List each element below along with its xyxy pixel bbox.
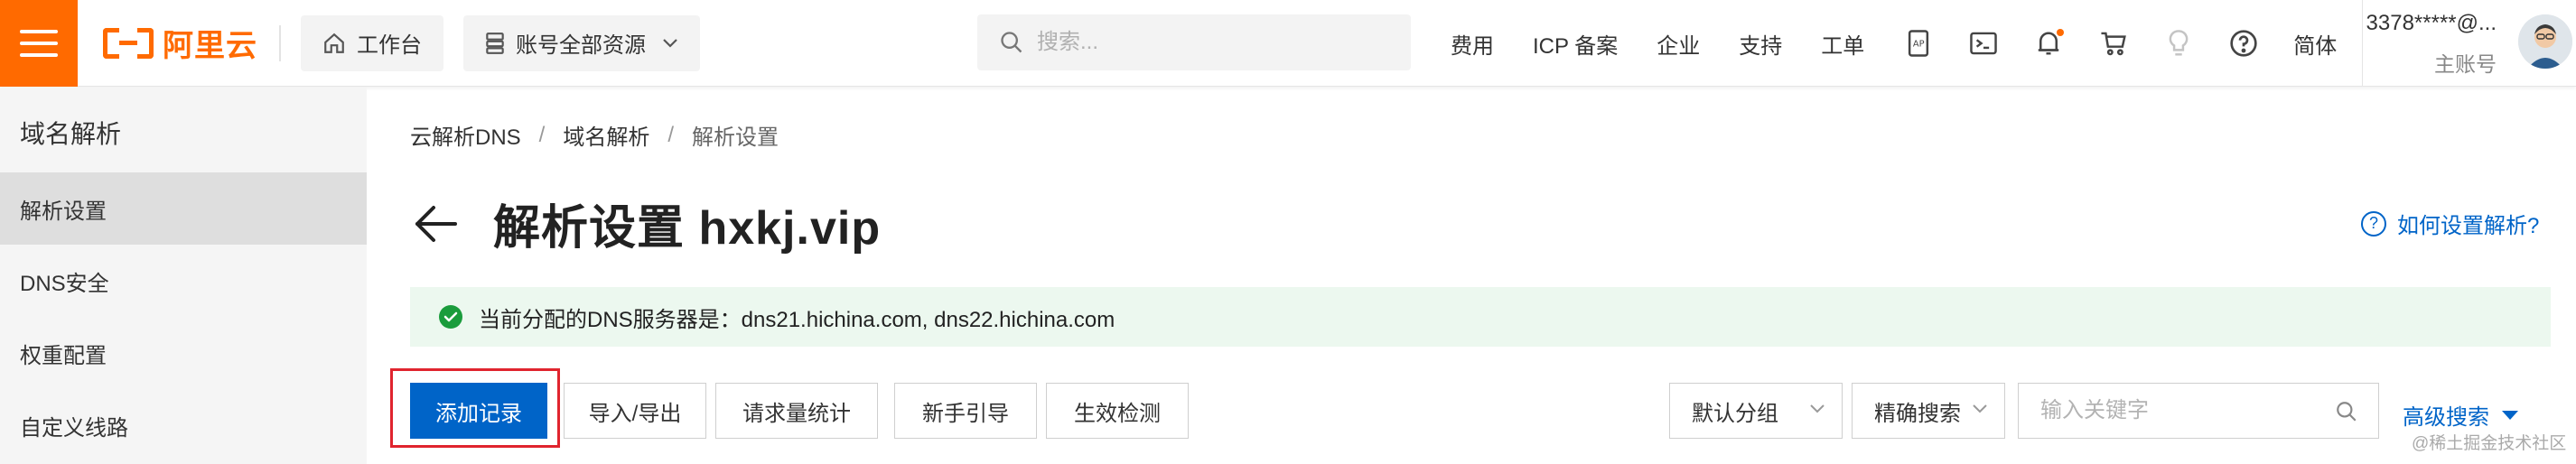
help-link-label: 如何设置解析?	[2397, 214, 2540, 238]
add-record-button[interactable]: 添加记录	[410, 383, 547, 439]
breadcrumb-item-cloud-dns[interactable]: 云解析DNS	[410, 119, 521, 151]
arrow-left-icon	[415, 205, 457, 242]
search-icon[interactable]	[2335, 400, 2358, 423]
lightbulb-icon[interactable]	[2163, 28, 2194, 59]
group-select[interactable]: 默认分组	[1669, 383, 1843, 439]
sidebar-item-dns-security[interactable]: DNS安全	[0, 245, 367, 317]
nav-ticket[interactable]: 工单	[1821, 28, 1864, 60]
account-menu[interactable]: 3378*****@... 主账号	[2361, 11, 2497, 78]
check-circle-icon	[439, 305, 462, 329]
nav-support[interactable]: 支持	[1739, 28, 1782, 60]
caret-down-icon	[2502, 410, 2518, 420]
keyword-input[interactable]	[2040, 398, 2329, 423]
help-link[interactable]: ? 如何设置解析?	[2361, 208, 2539, 239]
advanced-search-toggle[interactable]: 高级搜索	[2403, 399, 2518, 431]
back-button[interactable]	[410, 199, 461, 249]
workbench-button[interactable]: 工作台	[301, 14, 443, 71]
workbench-label: 工作台	[357, 33, 422, 58]
hamburger-menu-button[interactable]	[0, 0, 78, 87]
record-toolbar: 添加记录 导入/导出 请求量统计 新手引导 生效检测 默认分组 精确搜索 高级搜…	[390, 368, 2558, 448]
bell-icon[interactable]	[2033, 28, 2065, 59]
chevron-down-icon	[663, 38, 677, 48]
search-mode-select[interactable]: 精确搜索	[1852, 383, 2005, 439]
search-mode-value: 精确搜索	[1874, 401, 1961, 426]
nav-icp[interactable]: ICP 备案	[1533, 28, 1618, 60]
app-icon[interactable]: AP	[1903, 28, 1934, 59]
page-title: 解析设置 hxkj.vip	[493, 202, 882, 255]
terminal-icon[interactable]	[1968, 28, 1999, 59]
beginner-guide-button[interactable]: 新手引导	[894, 383, 1037, 439]
question-circle-icon: ?	[2361, 210, 2386, 237]
hamburger-icon	[20, 29, 58, 33]
top-nav: 费用 ICP 备案 企业 支持 工单 AP 简体	[1451, 0, 2364, 87]
account-role: 主账号	[2434, 52, 2497, 76]
sidebar-item-dns-settings[interactable]: 解析设置	[0, 172, 367, 245]
sidebar: 域名解析 解析设置 DNS安全 权重配置 自定义线路	[0, 88, 367, 464]
account-name: 3378*****@...	[2366, 11, 2497, 35]
brand-name: 阿里云	[163, 29, 257, 63]
breadcrumb-item-domain-resolve[interactable]: 域名解析	[563, 119, 649, 151]
help-icon[interactable]	[2228, 28, 2259, 59]
avatar-icon	[2518, 14, 2572, 69]
effect-check-button[interactable]: 生效检测	[1046, 383, 1189, 439]
resource-scope-label: 账号全部资源	[516, 33, 646, 58]
import-export-button[interactable]: 导入/导出	[564, 383, 706, 439]
sidebar-item-weight-config[interactable]: 权重配置	[0, 317, 367, 389]
sidebar-title: 域名解析	[20, 120, 122, 148]
group-select-value: 默认分组	[1692, 401, 1778, 426]
nav-billing[interactable]: 费用	[1451, 28, 1494, 60]
watermark: @稀土掘金技术社区	[2412, 434, 2567, 453]
dns-server-notice-text: 当前分配的DNS服务器是：dns21.hichina.com, dns22.hi…	[479, 307, 1115, 332]
title-row: 解析设置 hxkj.vip	[410, 190, 881, 257]
breadcrumb: 云解析DNS / 域名解析 / 解析设置	[410, 119, 779, 151]
chevron-down-icon	[1973, 404, 1987, 413]
language-switch[interactable]: 简体	[2293, 28, 2337, 60]
nav-enterprise[interactable]: 企业	[1657, 28, 1700, 60]
divider	[279, 24, 281, 61]
global-search-input[interactable]	[1037, 30, 1380, 55]
svg-text:AP: AP	[1913, 40, 1925, 50]
cart-icon[interactable]	[2098, 28, 2129, 59]
sidebar-item-custom-lines[interactable]: 自定义线路	[0, 389, 367, 461]
avatar[interactable]	[2518, 14, 2572, 69]
aliyun-logo-icon	[103, 27, 154, 59]
keyword-search[interactable]	[2018, 383, 2379, 439]
dns-server-notice: 当前分配的DNS服务器是：dns21.hichina.com, dns22.hi…	[410, 287, 2551, 347]
chevron-down-icon	[1810, 404, 1825, 413]
search-icon	[1001, 32, 1022, 53]
notification-dot	[2057, 29, 2065, 36]
global-search[interactable]	[977, 14, 1411, 70]
aliyun-logo[interactable]: 阿里云	[103, 0, 257, 87]
stack-icon	[486, 32, 504, 54]
breadcrumb-item-current: 解析设置	[692, 125, 779, 150]
advanced-search-label: 高级搜索	[2403, 405, 2489, 430]
breadcrumb-separator: /	[667, 122, 675, 147]
resource-scope-dropdown[interactable]: 账号全部资源	[463, 14, 700, 71]
query-stats-button[interactable]: 请求量统计	[715, 383, 878, 439]
breadcrumb-separator: /	[538, 122, 546, 147]
home-icon	[324, 32, 344, 53]
